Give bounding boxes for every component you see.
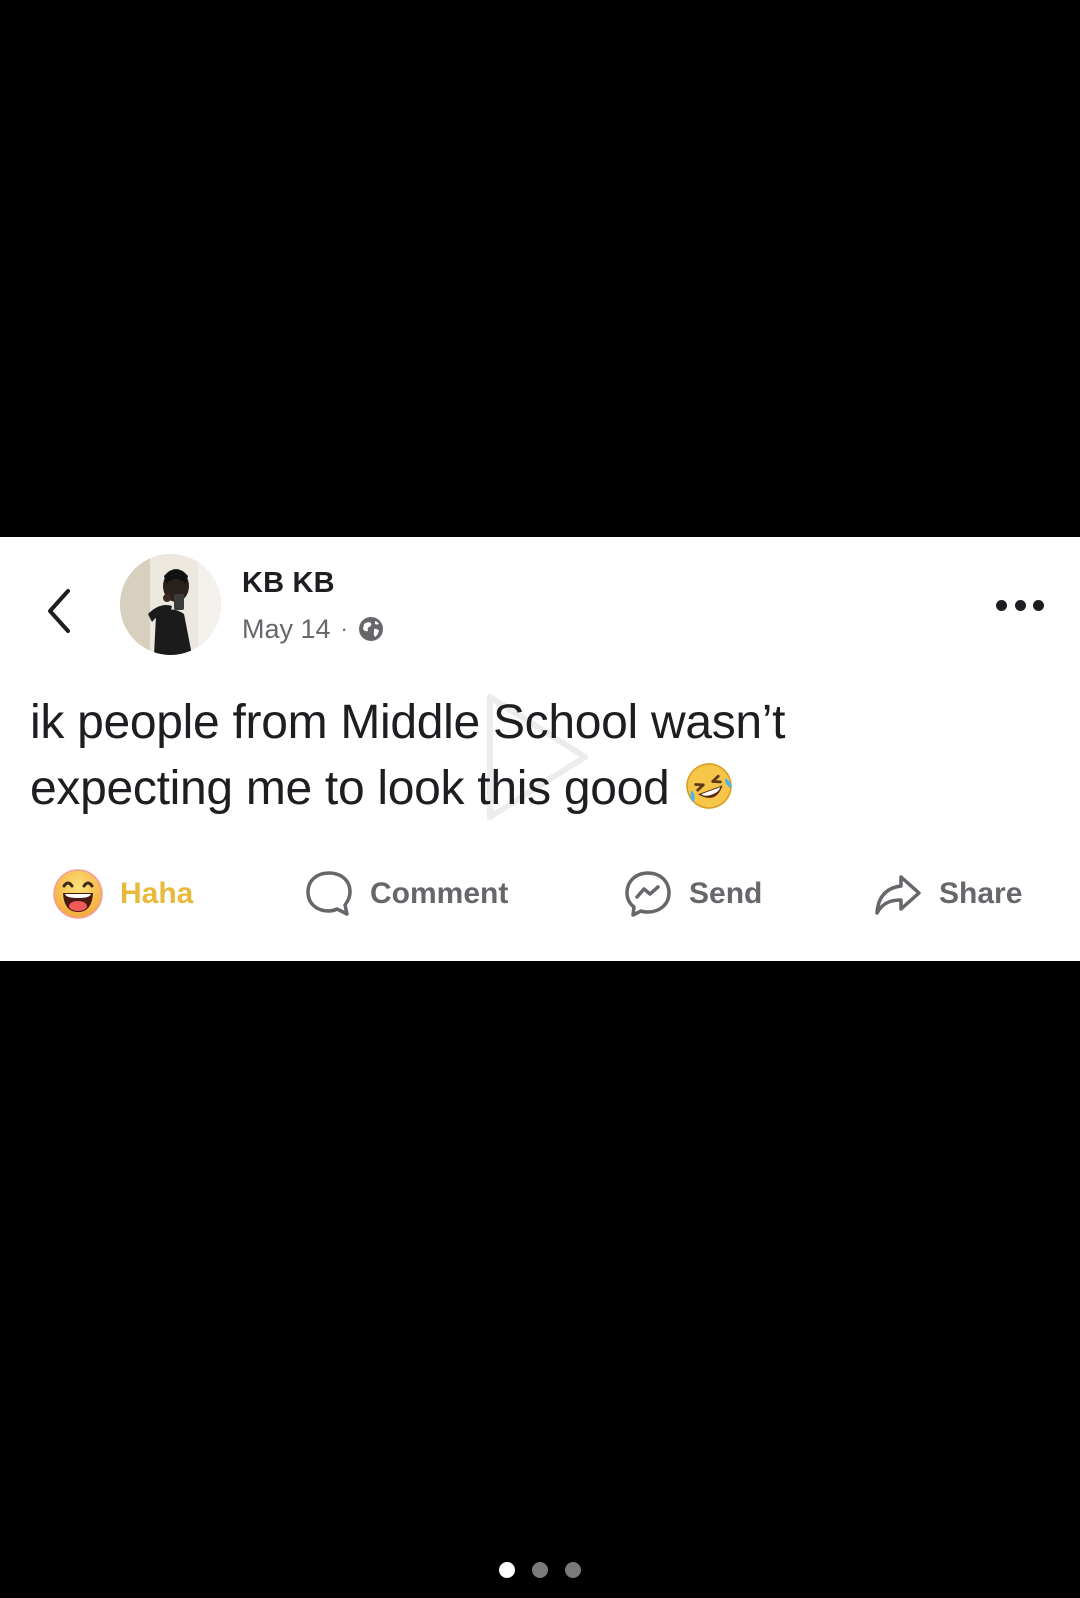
post-text-line-1: ik people from Middle School wasn’t [30,696,786,749]
globe-icon [358,617,383,641]
send-button[interactable]: Send [623,859,762,929]
post-card: KB KB May 14 · ik people from Middle Sch… [0,537,1080,961]
author-name[interactable]: KB KB [242,567,335,600]
post-text: ik people from Middle School wasn’t expe… [30,690,1030,822]
chevron-left-icon [48,589,70,633]
page-dot[interactable] [532,1562,548,1578]
media-viewer: KB KB May 14 · ik people from Middle Sch… [0,0,1080,1598]
share-arrow-icon [875,875,921,915]
rolling-on-floor-laughing-emoji-icon [683,760,735,812]
post-date[interactable]: May 14 [242,614,331,645]
comment-label: Comment [370,877,509,910]
page-dot[interactable] [565,1562,581,1578]
haha-emoji-icon [53,869,103,919]
post-meta: May 14 · [242,611,385,647]
share-button[interactable]: Share [873,859,1022,929]
share-label: Share [939,877,1023,910]
send-label: Send [689,877,763,910]
comment-bubble-icon [306,871,352,916]
post-text-line-2: expecting me to look this good [30,756,1030,822]
meta-separator: · [340,616,348,641]
messenger-icon [625,871,671,917]
comment-button[interactable]: Comment [304,859,508,929]
post-text-line-2-content: expecting me to look this good [30,762,670,815]
haha-reaction-label: Haha [120,877,194,910]
avatar[interactable] [120,554,221,655]
page-dot[interactable] [499,1562,515,1578]
post-action-bar: Haha Comment Send Share [0,859,1080,929]
more-options-icon [996,599,1007,611]
back-button[interactable] [38,579,82,643]
more-options-button[interactable] [996,595,1044,615]
haha-reaction-button[interactable]: Haha [52,859,193,929]
page-indicator [0,1562,1080,1578]
